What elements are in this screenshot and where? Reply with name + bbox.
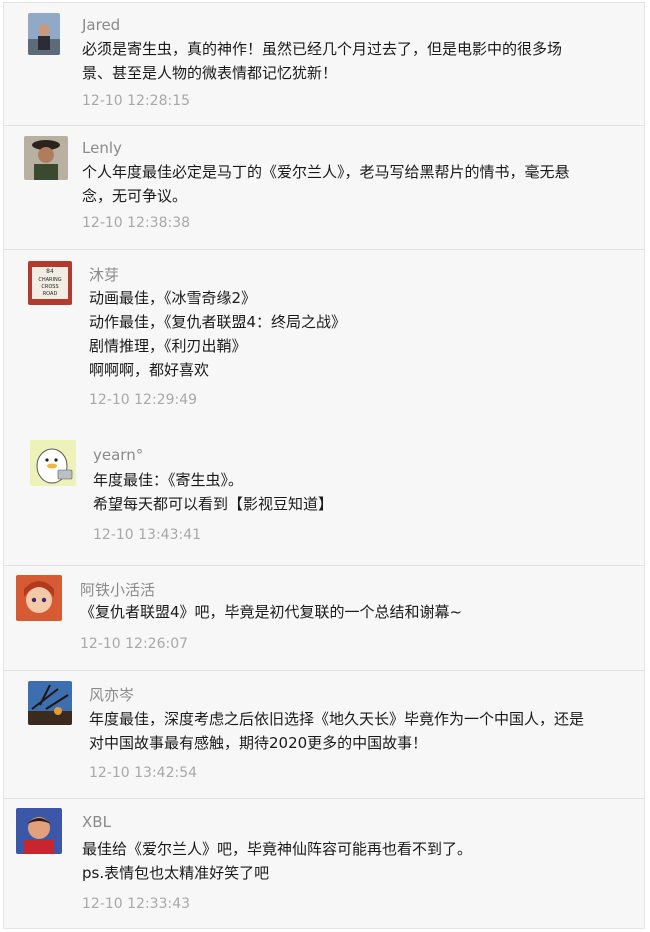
timestamp: 12-10 13:42:54 [89,765,198,781]
avatar-jared [28,13,60,55]
avatar-anime-girl [16,575,62,621]
timestamp: 12-10 12:28:15 [82,93,191,109]
avatar-sign-line: ROAD [43,291,58,297]
comment-line: 希望每天都可以看到【影视豆知道】 [93,495,334,513]
avatar-duck [30,440,76,486]
comment-text: 最佳给《爱尔兰人》吧，毕竟神仙阵容可能再也看不到了。 ps.表情包也太精准好笑了… [82,837,602,885]
comment-text: 个人年度最佳必定是马丁的《爱尔兰人》，老马写给黑帮片的情书，毫无悬 念，无可争议… [82,160,602,208]
comment-line: 个人年度最佳必定是马丁的《爱尔兰人》，老马写给黑帮片的情书，毫无悬 [82,163,570,181]
username[interactable]: 风亦岑 [89,684,134,705]
comment-line: 必须是寄生虫，真的神作！虽然已经几个月过去了，但是电影中的很多场 [82,40,563,58]
avatar[interactable] [16,575,62,621]
timestamp: 12-10 12:26:07 [80,636,189,652]
comment-line: 啊啊啊，都好喜欢 [89,361,210,379]
username[interactable]: XBL [82,813,111,831]
avatar-sign-line: CROSS [41,284,58,290]
divider [4,249,644,250]
avatar[interactable] [16,808,62,854]
avatar[interactable] [24,136,68,180]
comment-line: 对中国故事最有感触，期待2020更多的中国故事！ [89,734,428,752]
divider [4,125,644,126]
username[interactable]: Jared [82,16,120,34]
avatar-sign: 84 CHARING CROSS ROAD [28,261,72,305]
avatar-lenly [24,136,68,180]
avatar-sign-number: 84 [46,268,54,275]
comment-line: 念，无可争议。 [82,187,188,205]
username[interactable]: 沐芽 [89,264,119,285]
comment-line: 年度最佳，深度考虑之后依旧选择《地久天长》毕竟作为一个中国人，还是 [89,710,585,728]
timestamp: 12-10 12:33:43 [82,896,191,912]
comment-line: 动画最佳，《冰雪奇缘2》 [89,289,257,307]
comment-text: 《复仇者联盟4》吧，毕竟是初代复联的一个总结和谢幕~ [80,600,600,624]
comment-text: 必须是寄生虫，真的神作！虽然已经几个月过去了，但是电影中的很多场 景、甚至是人物… [82,37,602,85]
timestamp: 12-10 12:38:38 [82,215,191,231]
avatar-sign-line: CHARING [38,277,61,283]
comment-line: 年度最佳：《寄生虫》。 [93,471,244,489]
avatar[interactable] [28,13,60,55]
comment-line: ps.表情包也太精准好笑了吧 [82,864,270,882]
username[interactable]: Lenly [82,139,122,157]
comment-line: 动作最佳，《复仇者联盟4：终局之战》 [89,313,347,331]
divider [4,798,644,799]
comment-text: 年度最佳：《寄生虫》。 希望每天都可以看到【影视豆知道】 [93,468,613,516]
avatar-tree [28,681,72,725]
avatar[interactable] [30,440,76,486]
username[interactable]: yearn° [93,446,143,464]
username[interactable]: 阿铁小活活 [80,579,155,600]
comment-text: 动画最佳，《冰雪奇缘2》 动作最佳，《复仇者联盟4：终局之战》 剧情推理，《利刃… [89,286,609,382]
avatar[interactable] [28,681,72,725]
comment-text: 年度最佳，深度考虑之后依旧选择《地久天长》毕竟作为一个中国人，还是 对中国故事最… [89,707,609,755]
comment-list: Jared 必须是寄生虫，真的神作！虽然已经几个月过去了，但是电影中的很多场 景… [3,2,645,929]
divider [4,565,644,566]
comment-line: 最佳给《爱尔兰人》吧，毕竟神仙阵容可能再也看不到了。 [82,840,473,858]
divider [4,670,644,671]
timestamp: 12-10 12:29:49 [89,392,198,408]
timestamp: 12-10 13:43:41 [93,527,202,543]
comment-line: 《复仇者联盟4》吧，毕竟是初代复联的一个总结和谢幕~ [80,603,463,621]
comment-line: 剧情推理，《利刃出鞘》 [89,337,247,355]
avatar-child [16,808,62,854]
comment-line: 景、甚至是人物的微表情都记忆犹新！ [82,64,338,82]
avatar[interactable]: 84 CHARING CROSS ROAD [28,261,72,305]
